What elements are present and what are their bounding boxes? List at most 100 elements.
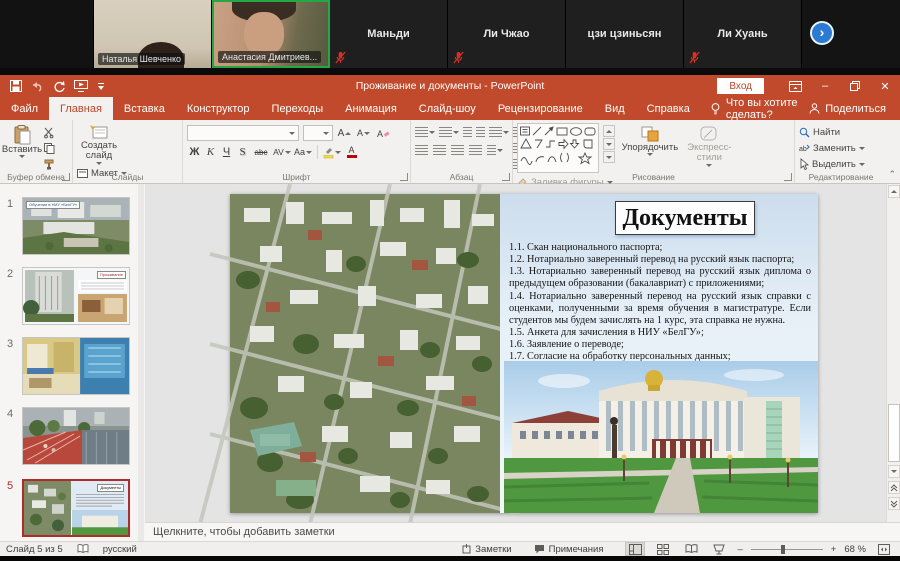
find-button[interactable]: Найти bbox=[799, 125, 883, 139]
dialog-launcher-icon[interactable] bbox=[502, 173, 510, 181]
italic-button[interactable]: К bbox=[203, 145, 218, 160]
slide-thumbnail-4[interactable] bbox=[22, 407, 130, 465]
notes-toggle[interactable]: Заметки bbox=[462, 544, 512, 555]
scroll-up-button[interactable] bbox=[888, 185, 900, 198]
shapes-more-button[interactable] bbox=[603, 151, 616, 163]
cut-button[interactable] bbox=[44, 125, 68, 139]
justify-button[interactable] bbox=[469, 145, 482, 155]
video-tile-li-huan[interactable]: Ли Хуань bbox=[684, 0, 802, 68]
slide-indicator[interactable]: Слайд 5 из 5 bbox=[6, 544, 63, 555]
bullets-button[interactable] bbox=[415, 127, 435, 137]
increase-font-button[interactable]: А bbox=[337, 126, 352, 141]
next-slide-button[interactable] bbox=[888, 497, 900, 510]
close-button[interactable]: ✕ bbox=[870, 75, 900, 97]
paste-button[interactable]: Вставить bbox=[2, 123, 42, 159]
notes-pane[interactable]: Щелкните, чтобы добавить заметки bbox=[145, 522, 900, 541]
tab-insert[interactable]: Вставка bbox=[113, 97, 176, 120]
ribbon-display-options-icon[interactable] bbox=[780, 75, 810, 97]
bold-button[interactable]: Ж bbox=[187, 145, 202, 160]
sign-in-button[interactable]: Вход bbox=[717, 78, 764, 94]
text-shadow-button[interactable]: S bbox=[235, 145, 250, 160]
comments-toggle[interactable]: Примечания bbox=[534, 544, 603, 555]
slide-sorter-view-button[interactable] bbox=[653, 542, 673, 556]
video-tile-natalya[interactable]: Наталья Шевченко bbox=[94, 0, 212, 68]
slide-thumbnail-5[interactable]: Документы bbox=[22, 479, 130, 537]
format-painter-button[interactable] bbox=[44, 157, 68, 171]
align-right-button[interactable] bbox=[451, 145, 464, 155]
slide-thumbnail-2[interactable]: Проживание bbox=[22, 267, 130, 325]
customize-qat-icon[interactable] bbox=[97, 82, 105, 91]
quick-styles-button[interactable]: Экспресс-стили bbox=[683, 123, 735, 167]
zoom-thumb[interactable] bbox=[780, 545, 785, 554]
tab-home[interactable]: Главная bbox=[49, 97, 113, 120]
redo-icon[interactable] bbox=[53, 80, 65, 93]
dialog-launcher-icon[interactable] bbox=[784, 173, 792, 181]
save-icon[interactable] bbox=[10, 80, 22, 92]
collapse-ribbon-button[interactable]: ⌃ bbox=[888, 169, 896, 180]
clear-formatting-button[interactable]: А bbox=[375, 126, 390, 141]
slide-title-box[interactable]: Документы bbox=[615, 201, 755, 235]
slide-scrollbar[interactable] bbox=[886, 184, 900, 522]
font-color-button[interactable]: А bbox=[342, 145, 361, 160]
align-center-button[interactable] bbox=[433, 145, 446, 155]
video-tile-anastasia[interactable]: Анастасия Дмитриев... bbox=[212, 0, 330, 68]
shape-gallery[interactable] bbox=[517, 123, 599, 173]
numbering-button[interactable] bbox=[439, 127, 459, 137]
spell-check-icon[interactable] bbox=[77, 544, 89, 554]
language-indicator[interactable]: русский bbox=[103, 544, 137, 555]
change-case-button[interactable]: Aa bbox=[293, 145, 313, 160]
align-left-button[interactable] bbox=[415, 145, 428, 155]
tab-review[interactable]: Рецензирование bbox=[487, 97, 594, 120]
columns-button[interactable] bbox=[487, 145, 503, 155]
slide-city-photo[interactable] bbox=[198, 183, 521, 525]
increase-indent-button[interactable] bbox=[476, 127, 485, 137]
tab-help[interactable]: Справка bbox=[636, 97, 701, 120]
zoom-in-button[interactable]: + bbox=[831, 544, 837, 555]
decrease-indent-button[interactable] bbox=[463, 127, 472, 137]
undo-icon[interactable] bbox=[31, 81, 44, 92]
shapes-scroll-down-button[interactable] bbox=[603, 138, 616, 150]
zoom-level[interactable]: 68 % bbox=[844, 544, 866, 555]
normal-view-button[interactable] bbox=[625, 542, 646, 556]
restore-button[interactable] bbox=[840, 75, 870, 97]
underline-button[interactable]: Ч bbox=[219, 145, 234, 160]
video-tile-li-zhao[interactable]: Ли Чжао bbox=[448, 0, 566, 68]
start-from-beginning-icon[interactable] bbox=[74, 80, 88, 92]
thumbnails-scrollbar[interactable] bbox=[138, 184, 144, 541]
slide-editor[interactable]: Документы 1.1. Скан национального паспор… bbox=[198, 183, 819, 525]
character-spacing-button[interactable]: AV bbox=[272, 145, 292, 160]
copy-button[interactable] bbox=[44, 141, 68, 155]
next-participants-button[interactable]: › bbox=[810, 21, 834, 45]
strikethrough-button[interactable]: abc bbox=[251, 145, 271, 160]
tell-me-box[interactable]: Что вы хотите сделать? bbox=[701, 97, 809, 121]
zoom-out-button[interactable]: – bbox=[737, 544, 742, 555]
previous-slide-button[interactable] bbox=[888, 481, 900, 494]
tab-transitions[interactable]: Переходы bbox=[261, 97, 335, 120]
slideshow-view-button[interactable] bbox=[709, 542, 729, 556]
arrange-button[interactable]: Упорядочить bbox=[621, 123, 679, 157]
font-size-combo[interactable] bbox=[303, 125, 333, 141]
zoom-slider[interactable] bbox=[750, 542, 823, 556]
dialog-launcher-icon[interactable] bbox=[62, 173, 70, 181]
slide-thumbnail-3[interactable] bbox=[22, 337, 130, 395]
tab-view[interactable]: Вид bbox=[594, 97, 636, 120]
slide-thumbnail-1[interactable]: Обучение в НИУ «БелГУ» bbox=[22, 197, 130, 255]
slide-body-textbox[interactable]: 1.1. Скан национального паспорта; 1.2. Н… bbox=[509, 242, 811, 363]
line-spacing-button[interactable] bbox=[489, 127, 509, 137]
reading-view-button[interactable] bbox=[681, 542, 701, 556]
dialog-launcher-icon[interactable] bbox=[400, 173, 408, 181]
tab-slideshow[interactable]: Слайд-шоу bbox=[408, 97, 487, 120]
font-name-combo[interactable] bbox=[187, 125, 299, 141]
scroll-down-button[interactable] bbox=[888, 465, 900, 478]
minimize-button[interactable]: – bbox=[810, 75, 840, 97]
video-tile-mandi[interactable]: Маньди bbox=[330, 0, 448, 68]
scroll-thumb[interactable] bbox=[888, 404, 900, 462]
tab-file[interactable]: Файл bbox=[0, 97, 49, 120]
select-button[interactable]: Выделить bbox=[799, 157, 883, 171]
decrease-font-button[interactable]: А bbox=[356, 126, 371, 141]
replace-button[interactable]: ab Заменить bbox=[799, 141, 883, 155]
video-tile-tszi-tszinsyan[interactable]: цзи цзиньсян bbox=[566, 0, 684, 68]
tab-design[interactable]: Конструктор bbox=[176, 97, 261, 120]
shapes-scroll-up-button[interactable] bbox=[603, 125, 616, 137]
video-tile-empty[interactable] bbox=[0, 0, 94, 68]
